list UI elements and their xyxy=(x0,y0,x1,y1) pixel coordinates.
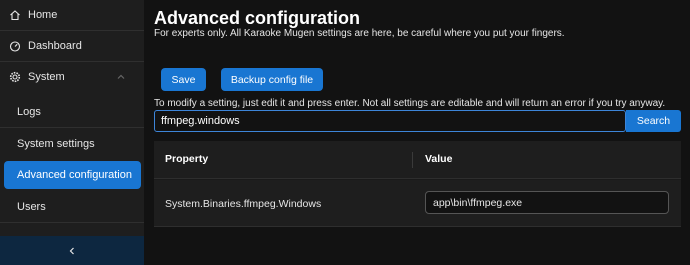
dashboard-icon xyxy=(9,40,21,52)
search-button[interactable]: Search xyxy=(626,110,681,132)
search-input[interactable]: ffmpeg.windows xyxy=(154,110,626,132)
table-header: Property Value xyxy=(154,141,681,179)
chevron-up-icon[interactable] xyxy=(116,72,126,82)
sidebar-item-label: Home xyxy=(28,9,58,21)
sidebar-item-label: Logs xyxy=(17,106,41,118)
sidebar-item-dashboard[interactable]: Dashboard xyxy=(0,31,144,61)
backup-config-button[interactable]: Backup config file xyxy=(221,68,323,91)
page-title: Advanced configuration xyxy=(154,8,361,28)
divider xyxy=(0,222,144,223)
page-subtitle: For experts only. All Karaoke Mugen sett… xyxy=(154,28,565,39)
save-button[interactable]: Save xyxy=(161,68,206,91)
column-header-property: Property xyxy=(165,153,209,165)
sidebar: Home Dashboard System Logs System settin… xyxy=(0,0,144,265)
sidebar-item-label: Users xyxy=(17,201,46,213)
table-row: System.Binaries.ffmpeg.Windows app\bin\f… xyxy=(154,180,681,227)
sidebar-item-system-settings[interactable]: System settings xyxy=(0,129,144,159)
sidebar-item-label: System settings xyxy=(17,138,95,150)
sidebar-item-home[interactable]: Home xyxy=(0,0,144,30)
collapse-sidebar-button[interactable] xyxy=(0,236,144,265)
value-input[interactable]: app\bin\ffmpeg.exe xyxy=(425,191,669,214)
sidebar-item-system[interactable]: System xyxy=(0,62,144,92)
sidebar-item-advanced-configuration[interactable]: Advanced configuration xyxy=(4,161,141,189)
main-content: Advanced configuration For experts only.… xyxy=(144,0,690,265)
gear-icon xyxy=(9,71,21,83)
settings-table: Property Value System.Binaries.ffmpeg.Wi… xyxy=(154,141,681,227)
column-separator xyxy=(412,152,413,168)
column-header-value: Value xyxy=(425,153,453,165)
sidebar-item-label: Dashboard xyxy=(28,40,82,52)
sidebar-item-users[interactable]: Users xyxy=(0,192,144,222)
divider xyxy=(0,127,144,128)
chevron-left-icon xyxy=(69,247,74,254)
sidebar-item-label: System xyxy=(28,71,65,83)
sidebar-item-logs[interactable]: Logs xyxy=(0,97,144,127)
property-cell: System.Binaries.ffmpeg.Windows xyxy=(165,198,322,210)
sidebar-item-label: Advanced configuration xyxy=(17,169,132,181)
edit-hint: To modify a setting, just edit it and pr… xyxy=(154,98,666,109)
home-icon xyxy=(9,9,21,21)
